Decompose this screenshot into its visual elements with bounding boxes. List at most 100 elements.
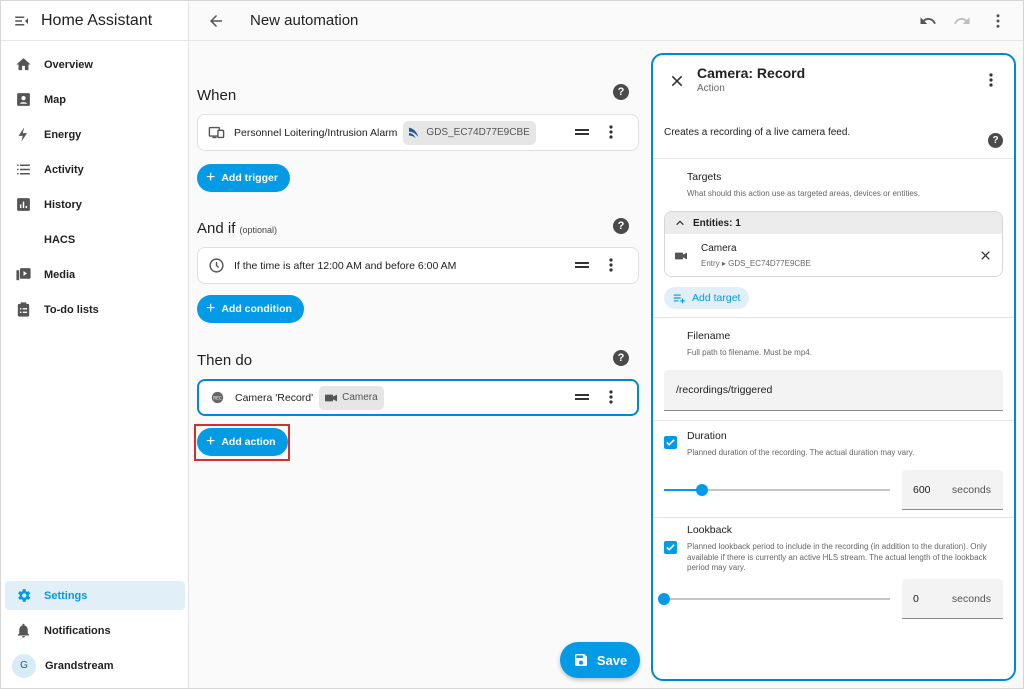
and-if-title: And if — [197, 220, 236, 237]
list-icon — [17, 164, 30, 175]
add-target-button[interactable]: Add target — [664, 287, 750, 309]
more-vertical-icon[interactable] — [984, 72, 998, 88]
add-condition-label: Add condition — [221, 303, 292, 315]
sidebar-item-energy[interactable]: Energy — [5, 120, 185, 149]
sidebar-header: Home Assistant — [1, 1, 188, 41]
sidebar-item-user[interactable]: G Grandstream — [5, 651, 185, 680]
sidebar-item-overview[interactable]: Overview — [5, 50, 185, 79]
trigger-card[interactable]: Personnel Loitering/Intrusion Alarm GDS_… — [197, 114, 639, 151]
sidebar-item-label: Map — [44, 93, 66, 106]
trigger-text: Personnel Loitering/Intrusion Alarm — [234, 126, 398, 139]
panel-help-icon[interactable]: ? — [988, 133, 1003, 148]
action-editor-panel: Camera: Record Action Creates a recordin… — [651, 53, 1016, 681]
grandstream-logo-icon — [409, 127, 419, 138]
sidebar-item-label: To-do lists — [44, 303, 99, 316]
entity-chip[interactable]: Camera — [319, 385, 384, 410]
sidebar-item-label: Activity — [44, 163, 84, 176]
panel-title: Camera: Record — [697, 65, 806, 81]
menu-collapse-icon[interactable] — [13, 12, 31, 30]
sidebar-item-map[interactable]: Map — [5, 85, 185, 114]
drag-handle-icon[interactable] — [575, 260, 589, 270]
duration-number-input[interactable]: 600 seconds — [902, 470, 1003, 510]
sidebar-item-todo[interactable]: To-do lists — [5, 295, 185, 324]
add-condition-button[interactable]: + Add condition — [197, 295, 304, 323]
panel-subtitle: Action — [697, 83, 725, 94]
entity-row: Camera Entry ▸ GDS_EC74D77E9CBE — [665, 234, 1002, 276]
device-trigger-icon — [208, 126, 225, 139]
floppy-disk-icon — [574, 654, 587, 666]
drag-handle-icon[interactable] — [575, 392, 589, 402]
action-text: Camera 'Record' — [235, 391, 314, 404]
then-do-section-title: Then do — [197, 352, 253, 369]
home-icon — [16, 58, 31, 71]
then-do-help-icon[interactable]: ? — [613, 350, 629, 366]
slider-thumb[interactable] — [658, 593, 670, 605]
sidebar-item-activity[interactable]: Activity — [5, 155, 185, 184]
more-vertical-icon[interactable] — [989, 12, 1007, 30]
add-trigger-label: Add trigger — [221, 172, 278, 184]
bell-icon — [17, 623, 30, 638]
plus-icon: + — [206, 169, 216, 186]
divider — [653, 517, 1014, 518]
sidebar-item-label: HACS — [44, 233, 76, 246]
condition-text: If the time is after 12:00 AM and before… — [234, 259, 457, 272]
more-vertical-icon[interactable] — [604, 389, 618, 405]
and-if-section-title: And if (optional) — [197, 220, 277, 237]
back-arrow-icon[interactable] — [207, 12, 225, 30]
top-bar: New automation — [189, 1, 1023, 41]
slider-thumb[interactable] — [696, 484, 708, 496]
highlight-box — [194, 424, 290, 461]
sidebar-item-settings[interactable]: Settings — [5, 581, 185, 610]
sidebar-title: Home Assistant — [41, 11, 153, 29]
lookback-help: Planned lookback period to include in th… — [687, 542, 987, 572]
remove-entity-icon[interactable] — [979, 249, 992, 262]
device-chip[interactable]: GDS_EC74D77E9CBE — [403, 120, 536, 145]
sidebar-item-media[interactable]: Media — [5, 260, 185, 289]
when-section-title: When — [197, 87, 237, 104]
lookback-number-input[interactable]: 0 seconds — [902, 579, 1003, 619]
media-icon — [16, 268, 31, 281]
divider — [653, 158, 1014, 159]
filename-input[interactable]: /recordings/triggered — [664, 370, 1003, 411]
drag-handle-icon[interactable] — [575, 127, 589, 137]
entities-group: Entities: 1 Camera Entry ▸ GDS_EC74D77E9… — [664, 211, 1003, 277]
when-help-icon[interactable]: ? — [613, 84, 629, 100]
sidebar-item-label: Settings — [44, 589, 88, 602]
add-trigger-button[interactable]: + Add trigger — [197, 164, 290, 192]
filename-help: Full path to filename. Must be mp4. — [687, 348, 812, 357]
lookback-checkbox[interactable] — [664, 541, 677, 554]
sidebar-item-label: Notifications — [44, 624, 111, 637]
duration-checkbox[interactable] — [664, 436, 677, 449]
duration-slider[interactable] — [664, 483, 890, 497]
entities-header[interactable]: Entities: 1 — [665, 212, 1002, 234]
lookback-slider[interactable] — [658, 592, 890, 606]
condition-card[interactable]: If the time is after 12:00 AM and before… — [197, 247, 639, 284]
sidebar-item-hacs[interactable]: HACS — [5, 225, 185, 254]
sidebar-item-label: Grandstream — [45, 659, 114, 672]
chart-icon — [17, 198, 30, 211]
sidebar-item-label: Media — [44, 268, 76, 281]
video-camera-icon — [325, 394, 338, 401]
duration-unit: seconds — [951, 484, 991, 496]
optional-label: (optional) — [239, 225, 278, 235]
sidebar-item-label: Overview — [44, 58, 93, 71]
redo-icon[interactable] — [953, 12, 971, 30]
entity-path: Entry ▸ GDS_EC74D77E9CBE — [701, 259, 811, 268]
targets-help: What should this action use as targeted … — [687, 189, 921, 198]
more-vertical-icon[interactable] — [604, 124, 618, 140]
save-label: Save — [596, 652, 628, 668]
close-icon[interactable] — [669, 73, 685, 89]
sidebar-item-history[interactable]: History — [5, 190, 185, 219]
lookback-value: 0 — [913, 593, 919, 605]
undo-icon[interactable] — [919, 12, 937, 30]
page-title: New automation — [250, 12, 359, 29]
save-button[interactable]: Save — [560, 642, 640, 678]
and-if-help-icon[interactable]: ? — [613, 218, 629, 234]
action-card[interactable]: REC Camera 'Record' Camera — [197, 379, 639, 416]
more-vertical-icon[interactable] — [604, 257, 618, 273]
sidebar-item-notifications[interactable]: Notifications — [5, 616, 185, 645]
plus-icon: + — [206, 300, 216, 317]
duration-value: 600 — [913, 484, 931, 496]
filename-label: Filename — [687, 330, 731, 342]
clock-icon — [209, 258, 224, 273]
